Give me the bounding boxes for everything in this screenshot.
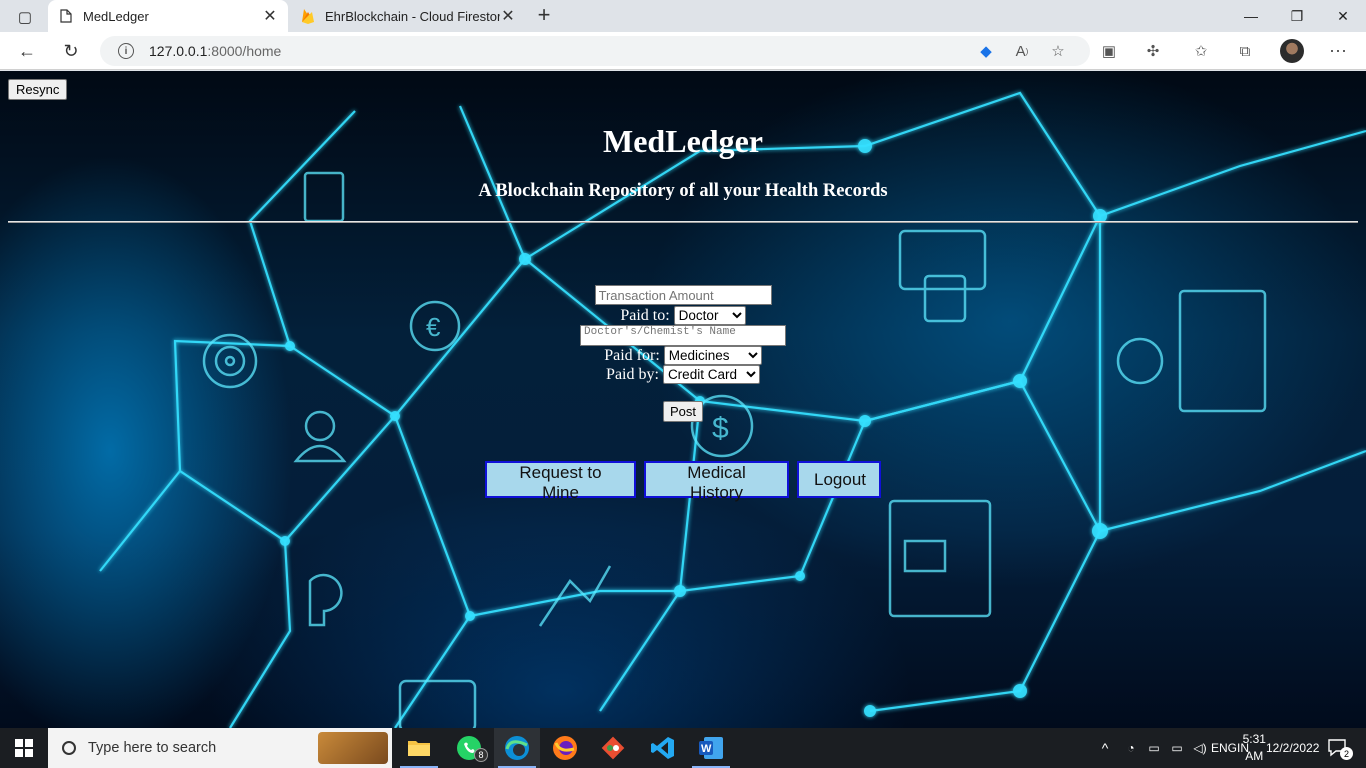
- paid-for-row: Paid for: Medicines: [0, 346, 1366, 365]
- window-close-icon[interactable]: ✕: [1320, 0, 1366, 32]
- transaction-amount-input[interactable]: [594, 285, 772, 305]
- shopping-tag-icon[interactable]: ◆: [974, 39, 998, 63]
- medical-history-button[interactable]: Medical History: [644, 461, 789, 502]
- hexagon-network-background: € $: [99, 91, 1366, 728]
- vscode-icon[interactable]: [640, 728, 686, 768]
- logout-button[interactable]: Logout: [797, 461, 881, 498]
- page-viewport: € $ Resync MedLedger A Blockchain Reposi…: [0, 71, 1366, 728]
- paid-by-row: Paid by: Credit Card: [0, 365, 1366, 384]
- volume-icon[interactable]: ◁): [1189, 728, 1211, 768]
- tab-title: EhrBlockchain - Cloud Firestore -: [325, 8, 500, 24]
- paid-to-row: Paid to: Doctor: [0, 306, 1366, 325]
- network-nodes: [280, 139, 1108, 717]
- file-explorer-icon[interactable]: [396, 728, 442, 768]
- page-title: MedLedger: [603, 123, 763, 159]
- collections-icon[interactable]: ⧉: [1233, 39, 1257, 63]
- amount-row: [0, 285, 1366, 305]
- refresh-icon[interactable]: ↻: [56, 36, 86, 66]
- paid-to-select[interactable]: Doctor: [673, 306, 746, 325]
- network-icon[interactable]: ◔: [1120, 728, 1142, 768]
- browser-tabstrip: ▢ MedLedger ✕ EhrBlockchain - Cloud Fire…: [0, 0, 1366, 32]
- provider-name-textarea[interactable]: [580, 325, 786, 346]
- tab-title: MedLedger: [83, 8, 149, 24]
- battery-icon[interactable]: ▭: [1166, 728, 1188, 768]
- extensions-icon[interactable]: ✣: [1141, 39, 1165, 63]
- url-host: 127.0.0.1: [149, 43, 208, 59]
- language-label: ENG: [1211, 740, 1238, 755]
- request-to-mine-button[interactable]: Request to Mine: [485, 461, 636, 502]
- firefox-icon[interactable]: [542, 728, 588, 768]
- more-menu-icon[interactable]: ⋯: [1326, 39, 1350, 63]
- divider: [8, 221, 1358, 223]
- restore-icon[interactable]: ❐: [1274, 0, 1320, 32]
- meet-now-icon[interactable]: ▭: [1143, 728, 1165, 768]
- taskbar-clock[interactable]: 5:31 AM 12/2/2022: [1243, 728, 1320, 768]
- taskbar-search-box[interactable]: Type here to search: [48, 728, 392, 768]
- profile-switch-icon[interactable]: ▣: [1097, 39, 1121, 63]
- post-button[interactable]: Post: [662, 401, 703, 422]
- close-icon[interactable]: ✕: [500, 6, 516, 26]
- browser-toolbar: ← ↻ i 127.0.0.1:8000/home ◆ A) ☆ ▣ ✣ ✩ ⧉…: [0, 32, 1366, 70]
- page-subtitle: A Blockchain Repository of all your Heal…: [478, 181, 888, 201]
- search-icon: [62, 741, 76, 755]
- firebase-icon: [300, 8, 316, 24]
- paid-for-select[interactable]: Medicines: [663, 346, 762, 365]
- url-path: :8000/home: [207, 43, 282, 59]
- minimize-icon[interactable]: —: [1228, 0, 1274, 32]
- clock-time: 5:31 AM: [1242, 732, 1266, 763]
- favorites-icon[interactable]: ✩: [1189, 39, 1213, 63]
- whatsapp-icon[interactable]: 8: [446, 728, 492, 768]
- notification-badge: 2: [1340, 747, 1353, 760]
- svg-text:W: W: [701, 743, 712, 755]
- search-highlight-image: [318, 732, 388, 764]
- paid-by-select[interactable]: Credit Card: [662, 365, 760, 384]
- address-bar[interactable]: i 127.0.0.1:8000/home: [100, 36, 1090, 66]
- read-aloud-icon[interactable]: A): [1010, 39, 1034, 63]
- git-icon[interactable]: [590, 728, 636, 768]
- post-row: Post: [0, 401, 1366, 422]
- back-icon[interactable]: ←: [12, 36, 42, 66]
- site-info-icon[interactable]: i: [118, 43, 134, 59]
- word-icon[interactable]: W: [688, 728, 734, 768]
- windows-start-icon[interactable]: [0, 728, 48, 768]
- whatsapp-badge: 8: [474, 748, 488, 762]
- paid-by-label: Paid by:: [606, 365, 659, 383]
- name-row: [0, 325, 1366, 346]
- edge-icon[interactable]: [494, 728, 540, 768]
- paid-for-label: Paid for:: [604, 346, 660, 364]
- new-tab-icon[interactable]: +: [532, 3, 556, 29]
- action-buttons: Request to Mine Medical History Logout: [0, 461, 1366, 502]
- search-placeholder: Type here to search: [88, 740, 217, 756]
- taskbar: Type here to search 8 W ^ ◔ ▭ ▭ ◁) ENG I…: [0, 728, 1366, 768]
- clock-date: 12/2/2022: [1265, 740, 1320, 755]
- close-icon[interactable]: ✕: [262, 6, 278, 26]
- tab-firestore[interactable]: EhrBlockchain - Cloud Firestore - ✕: [290, 0, 526, 32]
- favorite-star-icon[interactable]: ☆: [1046, 39, 1070, 63]
- notification-center-icon[interactable]: 2: [1318, 728, 1358, 768]
- decorative-icons: € $: [202, 171, 1267, 728]
- avatar[interactable]: [1280, 39, 1304, 63]
- tab-actions-icon[interactable]: ▢: [8, 5, 42, 29]
- resync-button[interactable]: Resync: [8, 79, 68, 100]
- paid-to-label: Paid to:: [620, 306, 670, 324]
- tab-medledger[interactable]: MedLedger ✕: [48, 0, 288, 32]
- chevron-up-icon[interactable]: ^: [1094, 728, 1116, 768]
- page-icon: [58, 8, 74, 24]
